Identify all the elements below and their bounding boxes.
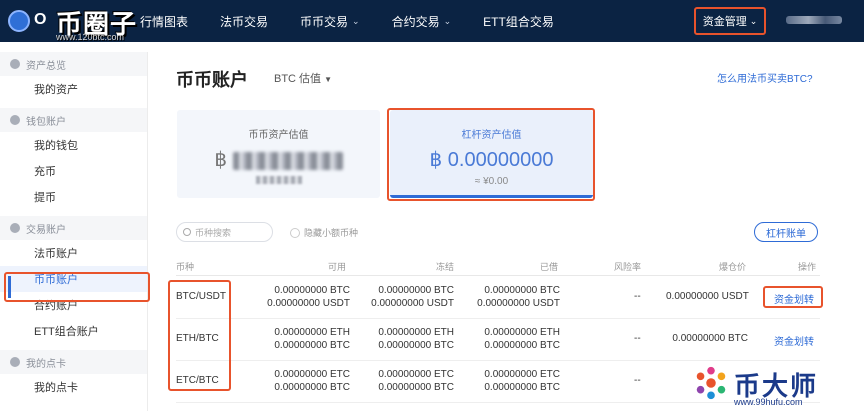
sidebar: 资产总览 我的资产 钱包账户 我的钱包 充币 提币 交易账户 法币账户 币币账户… [0,52,148,411]
blurred-value [232,151,343,170]
borrowed-cell: 0.00000000 ETH 0.00000000 BTC [484,327,560,351]
hide-small-toggle[interactable]: 隐藏小额币种 [290,226,358,239]
caret-down-icon: ▼ [324,75,332,84]
header-risk: 风险率 [614,262,642,272]
margin-asset-sub: ≈ ¥0.00 [474,176,509,187]
fund-transfer-link[interactable]: 资金划转 [774,291,814,306]
spot-asset-label: 币币资产估值 [248,130,309,141]
user-account-blurred[interactable] [786,16,842,24]
table-header: 币种 可用 冻结 已借 风险率 爆仓价 操作 [176,256,820,276]
sidebar-item-my-point-card[interactable]: 我的点卡 [0,374,147,400]
nav-item-charts[interactable]: 行情图表 [140,13,188,30]
nav-item-spot-trading[interactable]: 币币交易 ⌄ [300,13,360,30]
chevron-down-icon: ⌄ [443,15,452,26]
card-icon [10,357,20,367]
nav-item-fiat-trading[interactable]: 法币交易 [220,13,268,30]
margin-asset-card: 杠杆资产估值 ฿ 0.00000000 ≈ ¥0.00 [390,110,593,198]
fund-management-label: 资金管理 [702,16,747,28]
nav-item-ett-trading[interactable]: ETT组合交易 [483,13,554,30]
trade-icon [10,223,20,233]
logo-icon [8,10,30,32]
margin-bill-button[interactable]: 杠杆账单 [754,222,818,242]
sidebar-group-point-card: 我的点卡 [0,350,147,374]
header-borrowed: 已借 [540,262,559,272]
risk-cell: -- [634,291,641,302]
help-link[interactable]: 怎么用法币买卖BTC? [717,70,813,85]
asset-icon [10,59,20,69]
margin-asset-value: ฿ 0.00000000 [429,149,554,171]
frozen-cell: 0.00000000 ETC 0.00000000 BTC [378,369,454,393]
blurred-sub-value [255,176,302,184]
page-title: 币币账户 [176,70,248,90]
frozen-cell: 0.00000000 BTC 0.00000000 USDT [371,285,454,309]
coin-search-input[interactable]: 币种搜索 [176,222,273,242]
sidebar-group-wallet: 钱包账户 [0,108,147,132]
chevron-down-icon: ⌄ [749,15,758,26]
sidebar-item-my-assets[interactable]: 我的资产 [0,76,147,102]
available-cell: 0.00000000 ETH 0.00000000 BTC [274,327,350,351]
header-liq-price: 爆仓价 [719,262,747,272]
nav-menu: 行情图表 法币交易 币币交易 ⌄ 合约交易 ⌄ ETT组合交易 [140,0,586,42]
header-available: 可用 [328,262,347,272]
spot-asset-value: ฿ [177,147,380,172]
nav-item-futures-trading[interactable]: 合约交易 ⌄ [392,13,452,30]
search-icon [183,228,191,236]
logo-text: O [34,11,47,28]
brand-watermark: 币大师 www.99hufu.com [690,362,864,411]
pair-name: ETC/BTC [176,375,219,386]
available-cell: 0.00000000 BTC 0.00000000 USDT [267,285,350,309]
wallet-icon [10,115,20,125]
table-row: BTC/USDT 0.00000000 BTC 0.00000000 USDT 0… [176,277,820,319]
sidebar-item-deposit[interactable]: 充币 [0,158,147,184]
margin-asset-label: 杠杆资产估值 [461,130,522,141]
table-row: ETH/BTC 0.00000000 ETH 0.00000000 BTC 0.0… [176,319,820,361]
chevron-down-icon: ⌄ [352,15,360,26]
pair-name: ETH/BTC [176,333,219,344]
available-cell: 0.00000000 ETC 0.00000000 BTC [274,369,350,393]
active-indicator [8,276,11,298]
spot-asset-card: 币币资产估值 ฿ [177,110,380,198]
borrowed-cell: 0.00000000 ETC 0.00000000 BTC [484,369,560,393]
borrowed-cell: 0.00000000 BTC 0.00000000 USDT [477,285,560,309]
valuation-selector[interactable]: BTC 估值 ▼ [274,70,332,86]
sidebar-group-trading-accounts: 交易账户 [0,216,147,240]
fund-transfer-link[interactable]: 资金划转 [774,333,814,348]
sidebar-item-spot-account[interactable]: 币币账户 [0,266,147,292]
risk-cell: -- [634,333,641,344]
brand-url: www.99hufu.com [734,397,803,407]
checkbox[interactable] [290,227,300,238]
header-frozen: 冻结 [436,262,455,272]
search-placeholder: 币种搜索 [195,227,232,238]
sidebar-item-ett-account[interactable]: ETT组合账户 [0,318,147,344]
watermark-url: www.120btc.com [56,32,125,42]
sidebar-item-withdraw[interactable]: 提币 [0,184,147,210]
liq-price-cell: 0.00000000 BTC [672,333,748,344]
frozen-cell: 0.00000000 ETH 0.00000000 BTC [378,327,454,351]
flower-logo-icon [696,366,726,400]
risk-cell: -- [634,375,641,386]
sidebar-item-fiat-account[interactable]: 法币账户 [0,240,147,266]
liq-price-cell: 0.00000000 USDT [666,291,749,302]
spot-asset-sub [177,176,380,187]
sidebar-item-my-wallet[interactable]: 我的钱包 [0,132,147,158]
header-action: 操作 [798,262,817,272]
logo-area[interactable]: O 币圈子 www.120btc.com [0,0,150,42]
header-pair: 币种 [176,262,195,272]
sidebar-item-futures-account[interactable]: 合约账户 [0,292,147,318]
top-nav: O 币圈子 www.120btc.com 行情图表 法币交易 币币交易 ⌄ 合约交… [0,0,864,42]
fund-management-menu[interactable]: 资金管理 ⌄ [694,7,766,35]
sidebar-group-asset-overview: 资产总览 [0,52,147,76]
pair-name: BTC/USDT [176,291,226,302]
